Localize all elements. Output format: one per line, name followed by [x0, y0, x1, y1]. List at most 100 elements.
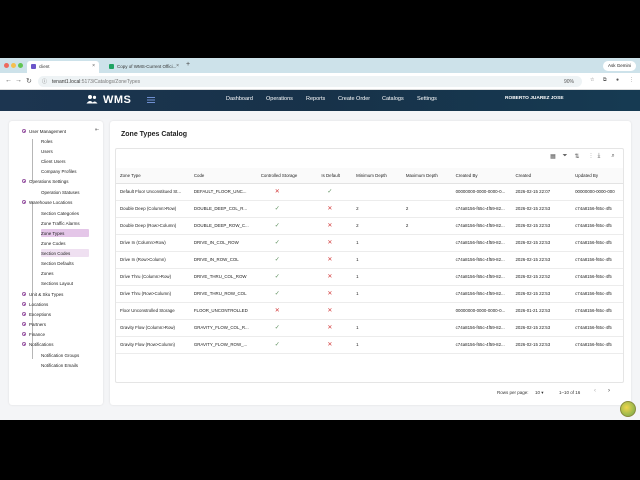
assistant-avatar-icon[interactable] [620, 401, 636, 417]
nav-create-order[interactable]: Create Order [338, 96, 370, 102]
sidebar-item-finance[interactable]: Finance [22, 330, 45, 338]
table-cell: c74a8156-f65c-4f5 [571, 336, 623, 354]
search-icon[interactable]: ⌕ [609, 153, 617, 161]
table-row[interactable]: Double Deep (Column>Row) DOUBLE_DEEP_COL_… [116, 200, 623, 218]
sidebar-item-client-users[interactable]: Client Users [41, 157, 66, 165]
collapse-toggle-icon[interactable] [22, 342, 26, 346]
table-cell-boolean: ✓ [256, 319, 318, 337]
browser-tab-client[interactable]: client × [27, 61, 99, 73]
table-cell: Drive In (Column>Row) [116, 234, 190, 252]
collapse-toggle-icon[interactable] [22, 312, 26, 316]
nav-settings[interactable]: Settings [417, 96, 437, 102]
density-icon[interactable]: ⇅ [573, 153, 581, 161]
column-header[interactable]: Minimum Depth [352, 168, 402, 184]
sidebar-item-locations[interactable]: Locations [22, 300, 48, 308]
export-icon[interactable]: ⤓ [595, 153, 603, 161]
close-tab-icon[interactable]: × [92, 63, 95, 69]
rows-per-page-select[interactable]: 10 ▾ [535, 390, 544, 396]
sidebar-item-zones[interactable]: Zones [41, 269, 54, 277]
collapse-toggle-icon[interactable] [22, 129, 26, 133]
browser-tab-sheet[interactable]: Copy of WMS-Current Offici... × [105, 61, 183, 73]
sidebar-item-unit-sku-types[interactable]: Unit & Sku Types [22, 290, 63, 298]
sidebar-item-zone-types[interactable]: Zone Types [41, 229, 89, 237]
collapse-toggle-icon[interactable] [22, 332, 26, 336]
sidebar-item-sections-layout[interactable]: Sections Layout [41, 279, 73, 287]
more-icon[interactable]: ⋮ [587, 153, 595, 161]
column-header[interactable]: Is Default [317, 168, 353, 184]
sidebar-item-zone-traffic-alarms[interactable]: Zone Traffic Alarms [41, 219, 80, 227]
sidebar-item-operation-statuses[interactable]: Operation Statuses [41, 188, 80, 196]
table-cell: 2026-01-21 22:53 [511, 302, 572, 320]
close-tab-icon[interactable]: × [176, 63, 179, 69]
column-header[interactable]: Created By [451, 168, 512, 184]
columns-icon[interactable]: ▦ [549, 153, 557, 161]
new-tab-icon[interactable]: + [186, 61, 190, 68]
table-cell: 2 [352, 200, 402, 218]
column-header[interactable]: Code [189, 168, 257, 184]
maximize-window-icon[interactable] [18, 63, 23, 68]
table-row[interactable]: Default Floor Unconstitued St... DEFAULT_… [116, 183, 623, 201]
sidebar-item-users[interactable]: Users [41, 147, 53, 155]
star-icon[interactable]: ☆ [590, 77, 594, 83]
column-header[interactable]: Controlled Storage [256, 168, 318, 184]
filter-icon[interactable]: ⏷ [561, 153, 569, 161]
table-row[interactable]: Gravity Flow (Row>Column) GRAVITY_FLOW_RO… [116, 336, 623, 354]
next-page-icon[interactable]: › [608, 388, 610, 394]
nav-catalogs[interactable]: Catalogs [382, 96, 404, 102]
sidebar-item-roles[interactable]: Roles [41, 137, 53, 145]
site-info-icon[interactable]: ⓘ [42, 78, 47, 85]
column-header[interactable]: Updated By [571, 168, 623, 184]
collapse-sidebar-icon[interactable]: ⇤ [95, 127, 99, 133]
user-name[interactable]: ROBERTO JUAREZ JOSE [505, 96, 564, 101]
table-cell: c74a8156-f65c-4f5 [571, 217, 623, 235]
collapse-toggle-icon[interactable] [22, 322, 26, 326]
sidebar-item-exceptions[interactable]: Exceptions [22, 310, 51, 318]
sidebar-item-section-categories[interactable]: Section Categories [41, 209, 79, 217]
column-header[interactable]: Maximum Depth [401, 168, 452, 184]
sidebar-item-company-profiles[interactable]: Company Profiles [41, 167, 77, 175]
close-window-icon[interactable] [4, 63, 9, 68]
reload-icon[interactable]: ↻ [26, 77, 32, 85]
collapse-toggle-icon[interactable] [22, 179, 26, 183]
sidebar-item-notification-groups[interactable]: Notification Groups [41, 351, 79, 359]
previous-page-icon[interactable]: ‹ [594, 388, 596, 394]
table-row[interactable]: Drive Thru (Column>Row) DRIVE_THRU_COL_RO… [116, 268, 623, 286]
ask-gemini-button[interactable]: Ask Gemini [602, 61, 636, 71]
collapse-toggle-icon[interactable] [22, 292, 26, 296]
sidebar-item-warehouse-locations[interactable]: Warehouse Locations [22, 198, 72, 206]
sidebar-item-zone-codes[interactable]: Zone Codes [41, 239, 66, 247]
nav-dashboard[interactable]: Dashboard [226, 96, 253, 102]
hamburger-menu-icon[interactable] [147, 96, 155, 104]
forward-arrow-icon[interactable]: → [15, 77, 22, 84]
extensions-icon[interactable]: ⧉ [603, 77, 607, 83]
back-arrow-icon[interactable]: ← [5, 77, 12, 84]
sidebar-item-section-codes[interactable]: Section Codes [41, 249, 89, 257]
table-row[interactable]: Drive Thru (Row>Column) DRIVE_THRU_ROW_CO… [116, 285, 623, 303]
sidebar-item-user-management[interactable]: User Management [22, 127, 66, 135]
menu-icon[interactable]: ⋮ [629, 77, 634, 83]
column-header[interactable]: Created [511, 168, 572, 184]
sidebar-item-section-defaults[interactable]: Section Defaults [41, 259, 74, 267]
collapse-toggle-icon[interactable] [22, 200, 26, 204]
table-row[interactable]: Floor Unconstrolled Storage FLOOR_UNCONTR… [116, 302, 623, 320]
column-header[interactable]: Zone Type [116, 168, 190, 184]
collapse-toggle-icon[interactable] [22, 302, 26, 306]
sidebar-item-partners[interactable]: Partners [22, 320, 46, 328]
zoom-level[interactable]: 90% [564, 79, 574, 85]
table-cell: c74a8156-f65c-4f59-82... [451, 336, 512, 354]
sidebar-item-notification-emails[interactable]: Notification Emails [41, 361, 78, 369]
nav-reports[interactable]: Reports [306, 96, 325, 102]
sidebar-item-operations-settings[interactable]: Operations Settings [22, 177, 69, 185]
cross-icon: ✕ [274, 189, 280, 195]
minimize-window-icon[interactable] [11, 63, 16, 68]
table-cell [352, 302, 402, 320]
nav-operations[interactable]: Operations [266, 96, 293, 102]
sidebar-item-notifications[interactable]: Notifications [22, 340, 54, 348]
table-row[interactable]: Drive In (Row>Column) DRIVE_IN_ROW_COL ✓ ✕ 1… [116, 251, 623, 269]
table-row[interactable]: Double Deep (Row>Column) DOUBLE_DEEP_ROW_… [116, 217, 623, 235]
app-logo[interactable]: WMS [103, 94, 131, 106]
table-row[interactable]: Drive In (Column>Row) DRIVE_IN_COL_ROW ✓ ✕ 1… [116, 234, 623, 252]
profile-icon[interactable]: ● [616, 77, 619, 83]
table-row[interactable]: Gravity Flow (Column>Row) GRAVITY_FLOW_CO… [116, 319, 623, 337]
url-input[interactable]: ⓘ tenant1.local:5173/Catalogs/ZoneTypes … [38, 76, 582, 87]
